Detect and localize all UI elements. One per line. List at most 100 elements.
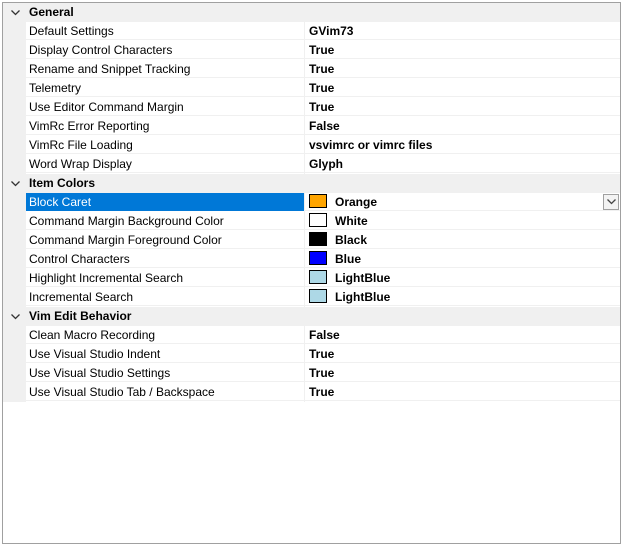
property-row-rename-and-snippet-tracking[interactable]: Rename and Snippet Tracking True <box>3 60 620 79</box>
row-gutter <box>3 269 26 288</box>
row-gutter <box>3 231 26 250</box>
property-row-display-control-characters[interactable]: Display Control Characters True <box>3 41 620 60</box>
category-label: Vim Edit Behavior <box>29 309 132 323</box>
property-value[interactable]: GVim73 <box>305 22 620 40</box>
row-gutter <box>3 345 26 364</box>
row-gutter <box>3 250 26 269</box>
property-name[interactable]: VimRc Error Reporting <box>26 117 304 135</box>
property-name[interactable]: Default Settings <box>26 22 304 40</box>
property-row-vimrc-error-reporting[interactable]: VimRc Error Reporting False <box>3 117 620 136</box>
property-name[interactable]: Word Wrap Display <box>26 155 304 173</box>
property-name[interactable]: Use Editor Command Margin <box>26 98 304 116</box>
property-value[interactable]: False <box>305 326 620 344</box>
row-gutter <box>3 136 26 155</box>
property-name[interactable]: Highlight Incremental Search <box>26 269 304 287</box>
chevron-down-icon[interactable] <box>9 3 21 22</box>
property-row-block-caret[interactable]: Block Caret Orange <box>3 193 620 212</box>
chevron-down-icon[interactable] <box>9 307 21 326</box>
property-value[interactable]: True <box>305 364 620 382</box>
property-value-text: Black <box>335 233 368 247</box>
property-name[interactable]: Use Visual Studio Settings <box>26 364 304 382</box>
color-swatch <box>309 232 327 247</box>
property-value[interactable]: True <box>305 98 620 116</box>
property-row-use-visual-studio-tab-backspace[interactable]: Use Visual Studio Tab / Backspace True <box>3 383 620 402</box>
color-swatch <box>309 289 327 304</box>
row-gutter <box>3 212 26 231</box>
row-gutter <box>3 383 26 402</box>
property-value[interactable]: LightBlue <box>305 269 620 287</box>
property-list: General Default Settings GVim73 Display Con… <box>3 3 620 402</box>
property-name[interactable]: Clean Macro Recording <box>26 326 304 344</box>
property-value[interactable]: Orange <box>305 193 620 211</box>
property-name[interactable]: Use Visual Studio Tab / Backspace <box>26 383 304 401</box>
property-row-telemetry[interactable]: Telemetry True <box>3 79 620 98</box>
property-name[interactable]: Telemetry <box>26 79 304 97</box>
property-row-clean-macro-recording[interactable]: Clean Macro Recording False <box>3 326 620 345</box>
category-item-colors[interactable]: Item Colors <box>3 174 620 193</box>
property-value-text: True <box>309 366 335 380</box>
property-row-control-characters[interactable]: Control Characters Blue <box>3 250 620 269</box>
property-name[interactable]: VimRc File Loading <box>26 136 304 154</box>
category-vim-edit-behavior[interactable]: Vim Edit Behavior <box>3 307 620 326</box>
category-label: General <box>29 5 74 19</box>
property-value-text: True <box>309 385 335 399</box>
property-row-command-margin-background-color[interactable]: Command Margin Background Color White <box>3 212 620 231</box>
property-value[interactable]: Blue <box>305 250 620 268</box>
category-general[interactable]: General <box>3 3 620 22</box>
property-row-command-margin-foreground-color[interactable]: Command Margin Foreground Color Black <box>3 231 620 250</box>
color-swatch <box>309 270 327 285</box>
property-name[interactable]: Use Visual Studio Indent <box>26 345 304 363</box>
property-value-text: Blue <box>335 252 362 266</box>
property-row-default-settings[interactable]: Default Settings GVim73 <box>3 22 620 41</box>
property-value-text: True <box>309 62 335 76</box>
property-name[interactable]: Block Caret <box>26 193 304 211</box>
property-value[interactable]: Black <box>305 231 620 249</box>
property-row-use-visual-studio-indent[interactable]: Use Visual Studio Indent True <box>3 345 620 364</box>
color-swatch <box>309 251 327 266</box>
row-gutter <box>3 117 26 136</box>
property-grid: General Default Settings GVim73 Display Con… <box>2 2 621 544</box>
property-name[interactable]: Control Characters <box>26 250 304 268</box>
property-value[interactable]: True <box>305 60 620 78</box>
property-value-text: True <box>309 81 335 95</box>
property-value[interactable]: False <box>305 117 620 135</box>
property-value[interactable]: True <box>305 383 620 401</box>
property-name[interactable]: Display Control Characters <box>26 41 304 59</box>
property-value-text: Orange <box>335 195 378 209</box>
row-gutter <box>3 193 26 212</box>
row-gutter <box>3 155 26 174</box>
property-value[interactable]: vsvimrc or vimrc files <box>305 136 620 154</box>
property-value[interactable]: True <box>305 345 620 363</box>
property-name[interactable]: Command Margin Background Color <box>26 212 304 230</box>
property-name[interactable]: Command Margin Foreground Color <box>26 231 304 249</box>
color-swatch <box>309 213 327 228</box>
property-value-text: LightBlue <box>335 290 391 304</box>
row-gutter <box>3 288 26 307</box>
property-value-text: White <box>335 214 368 228</box>
property-row-use-editor-command-margin[interactable]: Use Editor Command Margin True <box>3 98 620 117</box>
property-value[interactable]: LightBlue <box>305 288 620 306</box>
property-value[interactable]: Glyph <box>305 155 620 173</box>
property-name[interactable]: Incremental Search <box>26 288 304 306</box>
property-value[interactable]: True <box>305 79 620 97</box>
property-row-word-wrap-display[interactable]: Word Wrap Display Glyph <box>3 155 620 174</box>
property-row-vimrc-file-loading[interactable]: VimRc File Loading vsvimrc or vimrc files <box>3 136 620 155</box>
row-gutter <box>3 60 26 79</box>
property-value-text: True <box>309 347 335 361</box>
color-swatch <box>309 194 327 209</box>
value-dropdown-button[interactable] <box>603 194 619 210</box>
property-row-use-visual-studio-settings[interactable]: Use Visual Studio Settings True <box>3 364 620 383</box>
chevron-down-icon[interactable] <box>9 174 21 193</box>
property-value-text: True <box>309 100 335 114</box>
row-gutter <box>3 326 26 345</box>
property-row-highlight-incremental-search[interactable]: Highlight Incremental Search LightBlue <box>3 269 620 288</box>
property-name[interactable]: Rename and Snippet Tracking <box>26 60 304 78</box>
property-value[interactable]: True <box>305 41 620 59</box>
property-value[interactable]: White <box>305 212 620 230</box>
property-row-incremental-search[interactable]: Incremental Search LightBlue <box>3 288 620 307</box>
property-value-text: Glyph <box>309 157 344 171</box>
chevron-down-icon <box>606 199 616 205</box>
row-gutter <box>3 22 26 41</box>
property-value-text: True <box>309 43 335 57</box>
row-gutter <box>3 98 26 117</box>
